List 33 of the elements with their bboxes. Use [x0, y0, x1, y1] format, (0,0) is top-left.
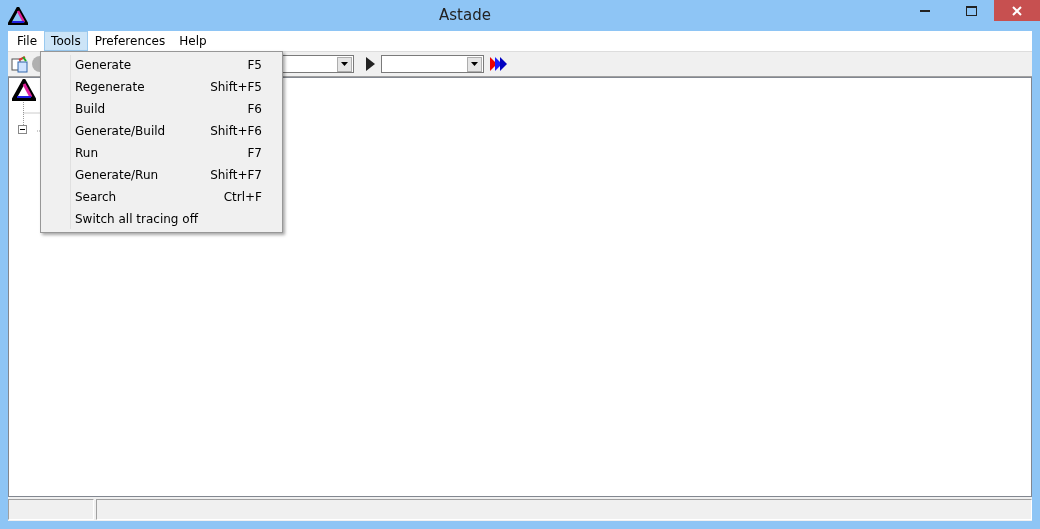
- close-icon: [1012, 5, 1022, 16]
- menu-item[interactable]: Preferences: [87, 31, 173, 51]
- caret-icon: [471, 62, 478, 66]
- shortcut-text: F7: [247, 145, 262, 162]
- play-icon[interactable]: [366, 57, 375, 71]
- option-label: Generate/Run: [75, 167, 159, 184]
- option-label: Switch all tracing off: [75, 211, 198, 228]
- close-button[interactable]: [994, 0, 1040, 21]
- option-label: Run: [75, 145, 98, 162]
- menu-item[interactable]: File: [10, 31, 45, 51]
- minimize-icon: [920, 9, 930, 12]
- option-label: Build: [75, 101, 106, 118]
- menu-item[interactable]: Tools: [44, 31, 88, 51]
- window-title: Astade: [438, 5, 492, 27]
- option-label: Search: [75, 189, 117, 206]
- shortcut-text: Shift+F5: [210, 79, 262, 96]
- menu-item[interactable]: Help: [172, 31, 214, 51]
- shortcut-text: Shift+F6: [210, 123, 262, 140]
- document-icon[interactable]: [11, 55, 29, 73]
- option-label: Generate/Build: [75, 123, 166, 140]
- option-label: Regenerate: [75, 79, 145, 96]
- shortcut-text: Shift+F7: [210, 167, 262, 184]
- shortcut-text: F6: [247, 101, 262, 118]
- collapse-icon[interactable]: [18, 125, 27, 134]
- fast-forward-icon[interactable]: [490, 57, 507, 71]
- caret-icon: [341, 62, 348, 66]
- shortcut-text: Ctrl+F: [223, 189, 262, 206]
- dropdown-field[interactable]: [381, 55, 484, 73]
- shortcut-text: F5: [247, 57, 262, 74]
- tree-root-icon[interactable]: [12, 79, 36, 101]
- app-logo-icon: [8, 6, 28, 25]
- maximize-icon: [965, 5, 977, 16]
- option-label: Generate: [75, 57, 132, 74]
